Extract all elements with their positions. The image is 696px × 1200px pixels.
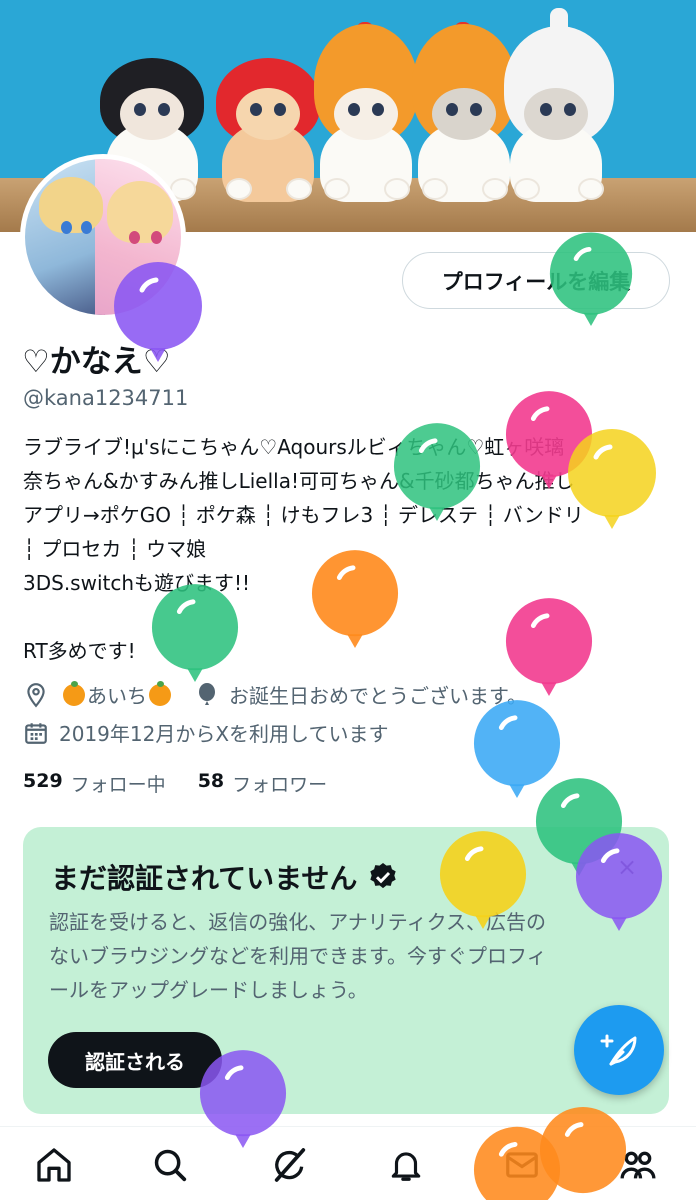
balloon-decoration — [311, 550, 399, 648]
get-verified-button[interactable]: 認証される — [48, 1032, 222, 1088]
banner-figure-tempura-2 — [412, 22, 518, 202]
description-line: 認証を受けると、返信の強化、アナリティクス、広告の — [49, 910, 546, 934]
balloon-decoration — [575, 833, 663, 931]
joined-row: 2019年12月からXを利用しています — [23, 718, 388, 747]
banner-figure-shark — [504, 8, 616, 202]
balloon-decoration — [473, 1126, 561, 1200]
calendar-icon — [25, 722, 47, 744]
location-text: あいち — [87, 684, 147, 708]
map-pin-icon — [27, 682, 45, 707]
verification-description: 認証を受けると、返信の強化、アナリティクス、広告の ないブラウジングなどを利用で… — [49, 905, 649, 1007]
balloon-decoration — [393, 423, 481, 521]
nav-notifications[interactable] — [384, 1143, 428, 1187]
balloon-decoration — [151, 584, 239, 682]
following-label: フォロー中 — [70, 774, 166, 796]
balloon-decoration — [199, 1050, 287, 1148]
location-birthday-row: あいち お誕生日おめでとうございます。 — [23, 680, 527, 709]
description-line: ールをアップグレードしましょう。 — [49, 978, 368, 1002]
balloon-decoration — [505, 598, 593, 696]
followers-link[interactable]: 58 フォロワー — [198, 770, 327, 797]
verification-title: まだ認証されていません — [51, 862, 358, 895]
verification-title-row: まだ認証されていません — [51, 857, 399, 897]
orange-emoji-icon — [63, 680, 85, 706]
followers-count: 58 — [197, 770, 225, 792]
user-handle: @kana1234711 — [23, 386, 189, 410]
follow-stats: 529 フォロー中 58 フォロワー — [23, 770, 359, 797]
balloon-decoration — [568, 429, 656, 529]
following-link[interactable]: 529 フォロー中 — [23, 770, 166, 797]
nav-search[interactable] — [148, 1143, 192, 1187]
description-line: ないブラウジングなどを利用できます。今すぐプロフィ — [49, 944, 547, 968]
balloon-decoration — [114, 262, 202, 362]
banner-figure-octopus — [216, 52, 322, 202]
compose-post-icon — [600, 1034, 637, 1066]
home-icon — [37, 1148, 71, 1182]
balloon-decoration — [549, 232, 633, 326]
following-count: 529 — [23, 770, 63, 792]
nav-home[interactable] — [32, 1143, 76, 1187]
followers-label: フォロワー — [232, 774, 328, 796]
joined-text: 2019年12月からXを利用しています — [59, 722, 389, 746]
verified-badge-icon — [370, 863, 396, 889]
notifications-icon — [391, 1152, 421, 1181]
search-icon — [154, 1149, 187, 1182]
compose-post-button[interactable] — [574, 1005, 664, 1095]
balloon-decoration — [439, 831, 527, 929]
banner-figure-tempura-1 — [314, 22, 420, 202]
